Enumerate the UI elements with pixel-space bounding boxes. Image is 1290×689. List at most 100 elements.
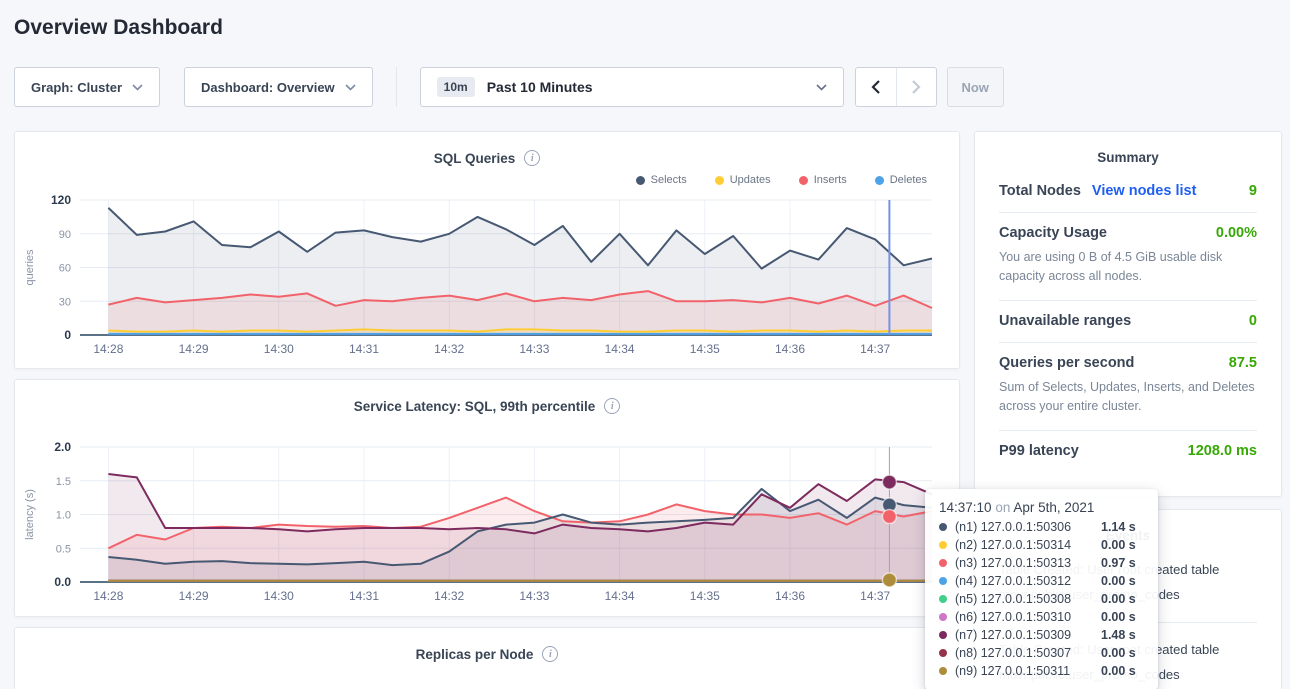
summary-description: Sum of Selects, Updates, Inserts, and De… [999, 378, 1257, 417]
chart-hover-tooltip: 14:37:10 on Apr 5th, 2021 (n1) 127.0.0.1… [925, 489, 1158, 689]
service-latency-chart[interactable]: 0.00.51.01.52.014:2814:2914:3014:3114:32… [15, 418, 957, 604]
svg-text:14:29: 14:29 [179, 589, 209, 603]
svg-text:14:31: 14:31 [349, 589, 379, 603]
series-color-dot [939, 649, 947, 657]
series-color-dot [939, 667, 947, 675]
svg-text:14:29: 14:29 [179, 342, 209, 356]
service-latency-panel: Service Latency: SQL, 99th percentile i … [14, 379, 960, 617]
time-prev-button[interactable] [856, 68, 896, 106]
svg-text:14:34: 14:34 [605, 342, 635, 356]
toolbar-divider [396, 67, 397, 107]
svg-text:1.5: 1.5 [56, 476, 71, 488]
svg-text:14:32: 14:32 [434, 342, 464, 356]
charts-column: SQL Queries i Selects Updates Inserts Delet… [14, 131, 960, 689]
node-latency-value: 0.97 s [1101, 556, 1136, 570]
dashboard-dropdown-label: Dashboard: Overview [201, 80, 335, 95]
series-color-dot [939, 595, 947, 603]
svg-text:60: 60 [59, 263, 71, 275]
tooltip-node-row: (n2) 127.0.0.1:503140.00 s [939, 538, 1144, 552]
time-range-selector[interactable]: 10m Past 10 Minutes [420, 67, 844, 107]
svg-text:14:30: 14:30 [264, 589, 294, 603]
summary-row: Unavailable ranges 0 [999, 301, 1257, 343]
svg-text:14:35: 14:35 [690, 589, 720, 603]
dashboard-dropdown[interactable]: Dashboard: Overview [184, 67, 373, 107]
node-address: (n8) 127.0.0.1:50307 [955, 646, 1101, 660]
chevron-down-icon [132, 84, 143, 91]
svg-text:14:37: 14:37 [860, 342, 890, 356]
node-latency-value: 0.00 s [1101, 664, 1136, 678]
node-address: (n6) 127.0.0.1:50310 [955, 610, 1101, 624]
info-icon[interactable]: i [524, 150, 540, 166]
page-title: Overview Dashboard [14, 14, 1290, 42]
summary-label: Total Nodes [999, 183, 1081, 199]
tooltip-node-row: (n9) 127.0.0.1:503110.00 s [939, 664, 1144, 678]
time-next-button[interactable] [896, 68, 936, 106]
graph-scope-dropdown[interactable]: Graph: Cluster [14, 67, 160, 107]
summary-label: Capacity Usage [999, 225, 1107, 241]
chart-header: Service Latency: SQL, 99th percentile i [15, 380, 959, 418]
svg-text:120: 120 [51, 193, 71, 207]
series-color-dot [939, 523, 947, 531]
legend-dot [875, 176, 884, 185]
view-nodes-link[interactable]: View nodes list [1092, 183, 1197, 199]
summary-row: P99 latency1208.0 ms [999, 431, 1257, 472]
series-color-dot [939, 541, 947, 549]
tooltip-rows: (n1) 127.0.0.1:503061.14 s (n2) 127.0.0.1… [939, 520, 1144, 678]
chart-header: Replicas per Node i [15, 628, 959, 666]
summary-value: 0 [1249, 313, 1257, 329]
svg-text:14:33: 14:33 [519, 589, 549, 603]
svg-text:14:35: 14:35 [690, 342, 720, 356]
summary-title: Summary [999, 148, 1257, 165]
svg-text:1.0: 1.0 [56, 510, 71, 522]
summary-value: 0.00% [1216, 225, 1257, 241]
tooltip-time: 14:37:10 [939, 500, 992, 515]
tooltip-node-row: (n3) 127.0.0.1:503130.97 s [939, 556, 1144, 570]
info-icon[interactable]: i [542, 646, 558, 662]
graph-scope-label: Graph: Cluster [31, 80, 122, 95]
chart-legend: Selects Updates Inserts Deletes [15, 170, 959, 190]
svg-text:14:36: 14:36 [775, 342, 805, 356]
legend-item[interactable]: Deletes [875, 174, 927, 186]
summary-label: Queries per second [999, 355, 1134, 371]
summary-description: You are using 0 B of 4.5 GiB usable disk… [999, 248, 1257, 287]
sql-queries-chart[interactable]: 030609012014:2814:2914:3014:3114:3214:33… [15, 190, 957, 370]
svg-text:90: 90 [59, 229, 71, 241]
node-latency-value: 1.14 s [1101, 520, 1136, 534]
tooltip-node-row: (n8) 127.0.0.1:503070.00 s [939, 646, 1144, 660]
tooltip-date: Apr 5th, 2021 [1013, 500, 1094, 515]
legend-dot [636, 176, 645, 185]
svg-text:14:30: 14:30 [264, 342, 294, 356]
node-latency-value: 0.00 s [1101, 574, 1136, 588]
node-latency-value: 0.00 s [1101, 646, 1136, 660]
now-button[interactable]: Now [947, 67, 1004, 107]
chart-header: SQL Queries i [15, 132, 959, 170]
tooltip-timestamp: 14:37:10 on Apr 5th, 2021 [939, 500, 1144, 515]
legend-item[interactable]: Inserts [799, 174, 847, 186]
legend-dot [799, 176, 808, 185]
svg-text:14:32: 14:32 [434, 589, 464, 603]
tooltip-node-row: (n4) 127.0.0.1:503120.00 s [939, 574, 1144, 588]
legend-item[interactable]: Selects [636, 174, 687, 186]
tooltip-node-row: (n1) 127.0.0.1:503061.14 s [939, 520, 1144, 534]
summary-row: Capacity Usage 0.00% You are using 0 B of … [999, 213, 1257, 301]
svg-text:14:31: 14:31 [349, 342, 379, 356]
node-latency-value: 0.00 s [1101, 610, 1136, 624]
node-address: (n7) 127.0.0.1:50309 [955, 628, 1101, 642]
legend-item[interactable]: Updates [715, 174, 771, 186]
node-address: (n1) 127.0.0.1:50306 [955, 520, 1101, 534]
summary-rows: Total NodesView nodes list9Capacity Usag… [999, 171, 1257, 472]
info-icon[interactable]: i [604, 398, 620, 414]
summary-label: Unavailable ranges [999, 313, 1131, 329]
toolbar: Graph: Cluster Dashboard: Overview 10m P… [14, 67, 1282, 107]
series-color-dot [939, 613, 947, 621]
chart-title: Service Latency: SQL, 99th percentile [354, 399, 596, 414]
chart-title: Replicas per Node [416, 647, 534, 662]
tooltip-node-row: (n5) 127.0.0.1:503080.00 s [939, 592, 1144, 606]
replicas-panel: Replicas per Node i [14, 627, 960, 689]
svg-text:0: 0 [64, 328, 71, 342]
svg-text:30: 30 [59, 296, 71, 308]
node-latency-value: 0.00 s [1101, 538, 1136, 552]
summary-value: 87.5 [1229, 355, 1257, 371]
tooltip-preposition: on [995, 500, 1010, 515]
svg-text:queries: queries [24, 249, 36, 286]
